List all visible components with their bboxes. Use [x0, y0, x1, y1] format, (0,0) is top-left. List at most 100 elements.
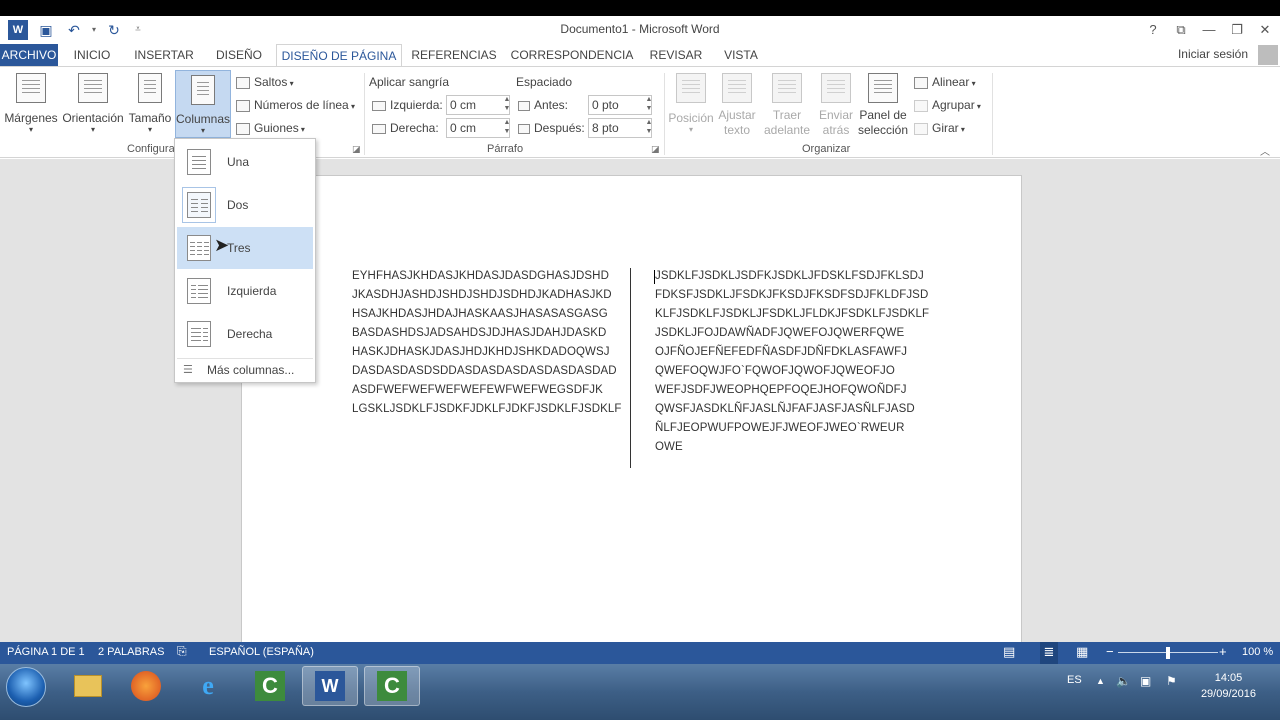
taskbar-word[interactable]: W — [302, 666, 358, 706]
taskbar-ie[interactable]: e — [180, 666, 236, 706]
folder-icon — [74, 675, 102, 697]
taskbar-explorer[interactable] — [60, 666, 116, 706]
text-line: ÑLFJEOPWUFPOWEJFJWEOFJWEO`RWEUR — [655, 422, 905, 434]
column-option-tres[interactable]: Tres — [177, 227, 313, 269]
proofing-icon[interactable]: ⎘ — [177, 644, 187, 659]
tab-revisar[interactable]: REVISAR — [646, 44, 706, 66]
network-icon[interactable]: ▣ — [1140, 674, 1151, 688]
web-layout-icon[interactable]: ▦ — [1076, 644, 1088, 660]
language-status[interactable]: ESPAÑOL (ESPAÑA) — [209, 646, 314, 658]
indent-left-input[interactable]: 0 cm — [446, 95, 510, 115]
window-title: Documento1 - Microsoft Word — [560, 22, 720, 36]
paragraph-launcher-icon[interactable]: ◪ — [651, 144, 660, 155]
numeros-linea-button[interactable]: Números de línea ▾ — [236, 98, 355, 112]
ajustar-texto-button[interactable]: Ajustar texto — [714, 73, 760, 138]
spacing-after-input[interactable]: 8 pto — [588, 118, 652, 138]
espaciado-heading: Espaciado — [516, 75, 573, 89]
orientacion-button[interactable]: Orientación ▾ — [60, 73, 126, 134]
minimize-button[interactable]: — — [1196, 19, 1222, 41]
help-button[interactable]: ? — [1140, 19, 1166, 41]
columnas-button[interactable]: Columnas ▾ — [175, 70, 231, 138]
tab-insertar[interactable]: INSERTAR — [128, 44, 200, 66]
collapse-ribbon-icon[interactable]: ︿ — [1260, 143, 1270, 158]
print-layout-icon[interactable]: ≣ — [1040, 642, 1058, 664]
input-language[interactable]: ES — [1067, 674, 1082, 686]
indent-right-input[interactable]: 0 cm — [446, 118, 510, 138]
tab-inicio[interactable]: INICIO — [68, 44, 116, 66]
close-button[interactable]: ✕ — [1252, 19, 1278, 41]
column-2[interactable]: JSDKLFJSDKLJSDFKJSDKLJFDSKLFSDJFKLSDJ FD… — [655, 267, 929, 457]
spacing-before-input[interactable]: 0 pto — [588, 95, 652, 115]
page-setup-launcher-icon[interactable]: ◪ — [352, 144, 361, 155]
spacing-before-spinner[interactable]: ▲ ▼ — [644, 95, 654, 115]
chevron-down-icon: ▾ — [200, 126, 205, 135]
action-center-icon[interactable]: ⚑ — [1166, 674, 1177, 688]
zoom-in-icon[interactable]: + — [1219, 644, 1227, 659]
orientation-icon — [78, 73, 108, 103]
show-hidden-icons-icon[interactable]: ▲ — [1096, 676, 1105, 686]
read-mode-icon[interactable]: ▤ — [1003, 644, 1015, 660]
column-option-izquierda[interactable]: Izquierda — [177, 270, 313, 312]
tab-referencias[interactable]: REFERENCIAS — [410, 44, 498, 66]
saltos-button[interactable]: Saltos ▾ — [236, 75, 294, 89]
sign-in-link[interactable]: Iniciar sesión — [1178, 47, 1248, 61]
columns-dropdown: Una Dos Tres Izquierda Derecha ☰ Más col… — [174, 138, 316, 383]
derecha-label: Derecha — [227, 327, 273, 341]
spacing-before-icon — [518, 100, 530, 111]
taskbar-camtasia-1[interactable]: C — [242, 666, 298, 706]
tab-correspondencia[interactable]: CORRESPONDENCIA — [508, 44, 636, 66]
tab-vista[interactable]: VISTA — [716, 44, 766, 66]
spacing-after-spinner[interactable]: ▲ ▼ — [644, 118, 654, 138]
page-count[interactable]: PÁGINA 1 DE 1 — [7, 646, 85, 658]
ribbon-display-options-icon[interactable]: ⧉ — [1168, 19, 1194, 41]
spacing-before-label: Antes: — [518, 98, 568, 112]
word-count[interactable]: 2 PALABRAS — [98, 646, 164, 658]
tamano-button[interactable]: Tamaño ▾ — [126, 73, 174, 134]
tab-archivo[interactable]: ARCHIVO — [0, 44, 58, 66]
mouse-pointer-icon: ➤ — [214, 235, 230, 255]
restore-button[interactable]: ❐ — [1224, 19, 1250, 41]
tab-diseno[interactable]: DISEÑO — [210, 44, 268, 66]
configurar-group-label: Configurar — [127, 143, 179, 155]
user-avatar[interactable] — [1258, 45, 1278, 65]
taskbar-camtasia-2[interactable]: C — [364, 666, 420, 706]
alinear-button[interactable]: Alinear ▾ — [914, 75, 976, 89]
zoom-slider-thumb[interactable] — [1166, 647, 1170, 659]
indent-right-spinner[interactable]: ▲ ▼ — [502, 118, 512, 138]
zoom-level[interactable]: 100 % — [1242, 646, 1273, 658]
chevron-down-icon: ▾ — [969, 79, 976, 88]
traer-adelante-button[interactable]: Traer adelante — [760, 73, 814, 138]
text-line: JSDKLJFOJDAWÑADFJQWEFOJQWERFQWE — [655, 327, 905, 339]
text-line: EYHFHASJKHDASJKHDASJDASDGHASJDSHD — [352, 270, 609, 282]
tab-diseno-de-pagina[interactable]: DISEÑO DE PÁGINA — [276, 44, 402, 66]
more-columns-option[interactable]: ☰ Más columnas... — [177, 360, 313, 380]
text-cursor — [654, 270, 655, 284]
chevron-down-icon: ▾ — [90, 125, 95, 134]
guiones-label: Guiones — [254, 121, 299, 135]
enviar-atras-button[interactable]: Enviar atrás — [814, 73, 858, 138]
agrupar-button[interactable]: Agrupar ▾ — [914, 98, 981, 112]
column-option-dos[interactable]: Dos — [177, 184, 313, 226]
indent-left-spinner[interactable]: ▲ ▼ — [502, 95, 512, 115]
zoom-out-icon[interactable]: − — [1106, 644, 1114, 659]
margenes-button[interactable]: Márgenes ▾ — [4, 73, 58, 134]
guiones-button[interactable]: Guiones ▾ — [236, 121, 305, 135]
column-option-derecha[interactable]: Derecha — [177, 313, 313, 355]
panel-seleccion-button[interactable]: Panel de selección — [856, 73, 910, 138]
clock-time: 14:05 — [1214, 672, 1243, 684]
one-column-icon — [187, 149, 211, 175]
start-button[interactable] — [6, 667, 46, 707]
volume-icon[interactable]: 🔈 — [1116, 674, 1131, 688]
column-1[interactable]: EYHFHASJKHDASJKHDASJDASDGHASJDSHD JKASDH… — [352, 267, 622, 419]
clock[interactable]: 14:05 29/09/2016 — [1201, 670, 1256, 702]
text-line: OJFÑOJEFÑEFEDFÑASDFJDÑFDKLASFAWFJ — [655, 346, 908, 358]
chevron-down-icon: ▾ — [298, 125, 305, 134]
column-option-una[interactable]: Una — [177, 141, 313, 183]
taskbar-firefox[interactable] — [118, 666, 174, 706]
text-line: BASDASHDSJADSAHDSJDJHASJDAHJDASKD — [352, 327, 607, 339]
girar-button[interactable]: Girar ▾ — [914, 121, 965, 135]
organizar-group-label: Organizar — [802, 143, 851, 155]
line-numbers-icon — [236, 99, 250, 112]
text-line: KLFJSDKLFJSDKLJFSDKLJFLDKJFSDKLFJSDKLF — [655, 308, 930, 320]
posicion-button[interactable]: Posición ▾ — [668, 73, 714, 134]
